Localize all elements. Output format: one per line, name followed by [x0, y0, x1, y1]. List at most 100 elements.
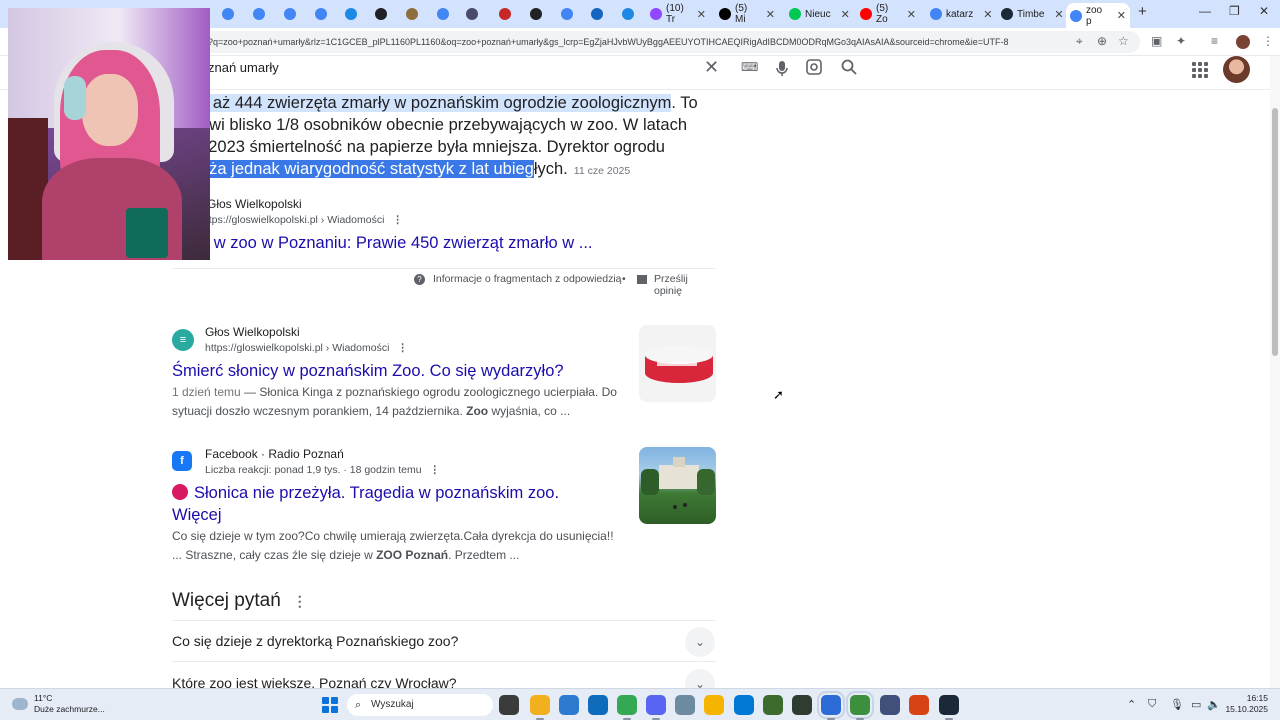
- clear-search-icon[interactable]: ✕: [704, 57, 719, 78]
- more-options-icon[interactable]: ⋮: [392, 214, 403, 226]
- lens-search-icon[interactable]: [806, 59, 822, 75]
- search-input[interactable]: znań umarły: [208, 60, 279, 75]
- close-tab-icon[interactable]: ✕: [1054, 8, 1063, 21]
- task-view-icon[interactable]: [499, 695, 519, 715]
- browser-tab[interactable]: [557, 4, 585, 24]
- browser-tab[interactable]: [249, 4, 277, 24]
- browser-tab[interactable]: Nieuc ✕: [785, 4, 850, 24]
- app-icon[interactable]: [846, 691, 874, 720]
- app-icon[interactable]: [817, 691, 845, 720]
- browser-tab[interactable]: [587, 4, 615, 24]
- chrome-icon[interactable]: [617, 695, 637, 720]
- close-tab-icon[interactable]: ✕: [697, 8, 706, 21]
- snippet-source-url[interactable]: https://gloswielkopolski.pl › Wiadomości…: [200, 214, 403, 226]
- zoom-icon[interactable]: ⊕: [1097, 34, 1107, 48]
- app-icon[interactable]: [792, 695, 812, 715]
- feedback-icon[interactable]: [637, 275, 647, 284]
- close-tab-icon[interactable]: ✕: [983, 8, 992, 21]
- snippet-source-name[interactable]: Głos Wielkopolski: [207, 197, 302, 211]
- browser-tab[interactable]: (10) Tr ✕: [646, 3, 710, 25]
- browser-tab[interactable]: [280, 4, 308, 24]
- page-scrollbar[interactable]: [1270, 56, 1280, 688]
- close-window-button[interactable]: ✕: [1259, 4, 1269, 18]
- security-icon[interactable]: ⛉: [1148, 698, 1156, 711]
- faq-question[interactable]: Co się dzieje z dyrektorką Poznańskiego …: [172, 633, 458, 649]
- result-thumbnail[interactable]: [639, 325, 716, 402]
- location-icon[interactable]: ⌖: [1076, 34, 1083, 49]
- browser-tab[interactable]: [462, 4, 490, 24]
- browser-tab[interactable]: [218, 4, 246, 24]
- microphone-icon[interactable]: 🎙: [1170, 698, 1184, 711]
- browser-tab[interactable]: [371, 4, 399, 24]
- more-options-icon[interactable]: ⋮: [293, 593, 307, 610]
- result-source-url[interactable]: Liczba reakcji: ponad 1,9 tys. · 18 godz…: [205, 464, 440, 476]
- browser-tab[interactable]: zoo p ✕: [1066, 3, 1130, 28]
- app-icon[interactable]: [675, 695, 695, 715]
- close-tab-icon[interactable]: ✕: [1117, 9, 1126, 22]
- cast-icon[interactable]: ▣: [1151, 34, 1162, 48]
- app-icon[interactable]: [909, 695, 929, 715]
- keyboard-icon[interactable]: ⌨: [741, 60, 758, 74]
- edge-icon[interactable]: [734, 695, 754, 715]
- result-source-url[interactable]: https://gloswielkopolski.pl › Wiadomości…: [205, 342, 408, 354]
- browser-tab[interactable]: [526, 4, 554, 24]
- address-bar[interactable]: ?q=zoo+poznań+umarły&rlz=1C1GCEB_plPL116…: [200, 31, 1140, 53]
- scrollbar-thumb[interactable]: [1272, 108, 1278, 356]
- help-icon[interactable]: ?: [414, 274, 425, 285]
- avatar[interactable]: [1223, 56, 1250, 83]
- result-title-link[interactable]: Słonica nie przeżyła. Tragedia w poznańs…: [172, 482, 622, 526]
- voice-search-icon[interactable]: [775, 60, 789, 78]
- close-tab-icon[interactable]: ✕: [841, 8, 850, 21]
- browser-tab[interactable]: [402, 4, 430, 24]
- volume-icon[interactable]: 🔈: [1207, 698, 1221, 711]
- profile-icon[interactable]: [1236, 35, 1250, 49]
- minimize-button[interactable]: —: [1199, 4, 1211, 18]
- app-icon[interactable]: [704, 695, 724, 715]
- file-explorer-icon[interactable]: [530, 695, 550, 720]
- store-icon[interactable]: [559, 695, 579, 715]
- close-tab-icon[interactable]: ✕: [766, 8, 775, 21]
- browser-tab[interactable]: (5) Mi ✕: [715, 3, 779, 25]
- result-thumbnail[interactable]: [639, 447, 716, 524]
- new-tab-button[interactable]: +: [1138, 3, 1147, 20]
- menu-icon[interactable]: ⋮: [1262, 34, 1274, 48]
- snippet-result-link[interactable]: n w zoo w Poznaniu: Prawie 450 zwierząt …: [200, 232, 593, 254]
- bookmark-star-icon[interactable]: ☆: [1118, 34, 1129, 48]
- result-title-link[interactable]: Śmierć słonicy w poznańskim Zoo. Co się …: [172, 360, 564, 382]
- extensions-icon[interactable]: ✦: [1176, 34, 1186, 48]
- faq-item[interactable]: Co się dzieje z dyrektorką Poznańskiego …: [172, 620, 716, 662]
- browser-tab[interactable]: [311, 4, 339, 24]
- weather-widget[interactable]: 11°C Duże zachmurze...: [12, 693, 105, 715]
- discord-icon[interactable]: [646, 695, 666, 720]
- system-clock[interactable]: 16:15 15.10.2025: [1220, 693, 1268, 715]
- browser-tab[interactable]: Timbe ✕: [997, 4, 1064, 24]
- chevron-up-icon[interactable]: ⌃: [1127, 698, 1136, 711]
- network-icon[interactable]: ▭: [1191, 698, 1201, 711]
- more-options-icon[interactable]: ⋮: [430, 464, 441, 476]
- result-source-name[interactable]: Głos Wielkopolski: [205, 325, 300, 339]
- maximize-button[interactable]: ❐: [1229, 4, 1240, 18]
- browser-tab[interactable]: (5) Zo ✕: [856, 3, 920, 25]
- start-button[interactable]: [322, 697, 338, 713]
- snippet-info-link[interactable]: Informacje o fragmentach z odpowiedzią: [433, 273, 622, 285]
- google-apps-icon[interactable]: [1192, 62, 1208, 78]
- browser-tab[interactable]: [618, 4, 646, 24]
- more-options-icon[interactable]: ⋮: [397, 342, 408, 354]
- browser-tab[interactable]: [433, 4, 461, 24]
- browser-tab[interactable]: [495, 4, 523, 24]
- media-icon[interactable]: ≡: [1211, 34, 1218, 48]
- result-source-name[interactable]: Facebook · Radio Poznań: [205, 447, 344, 461]
- send-feedback-link[interactable]: Prześlij opinię: [654, 273, 716, 297]
- chevron-down-icon[interactable]: ⌄: [685, 627, 715, 657]
- steam-icon[interactable]: [939, 695, 959, 720]
- selected-text[interactable]: aża jednak wiarygodność statystyk z lat …: [200, 160, 534, 178]
- app-icon[interactable]: [763, 695, 783, 715]
- browser-tab[interactable]: [341, 4, 369, 24]
- app-icon[interactable]: [880, 695, 900, 715]
- result-description: Co się dzieje w tym zoo?Co chwilę umiera…: [172, 527, 622, 565]
- close-tab-icon[interactable]: ✕: [907, 8, 916, 21]
- taskbar-search-box[interactable]: ⌕ Wyszukaj: [347, 694, 493, 716]
- outlook-icon[interactable]: [588, 695, 608, 715]
- search-icon[interactable]: [841, 59, 857, 75]
- browser-tab[interactable]: katarz ✕: [926, 4, 992, 24]
